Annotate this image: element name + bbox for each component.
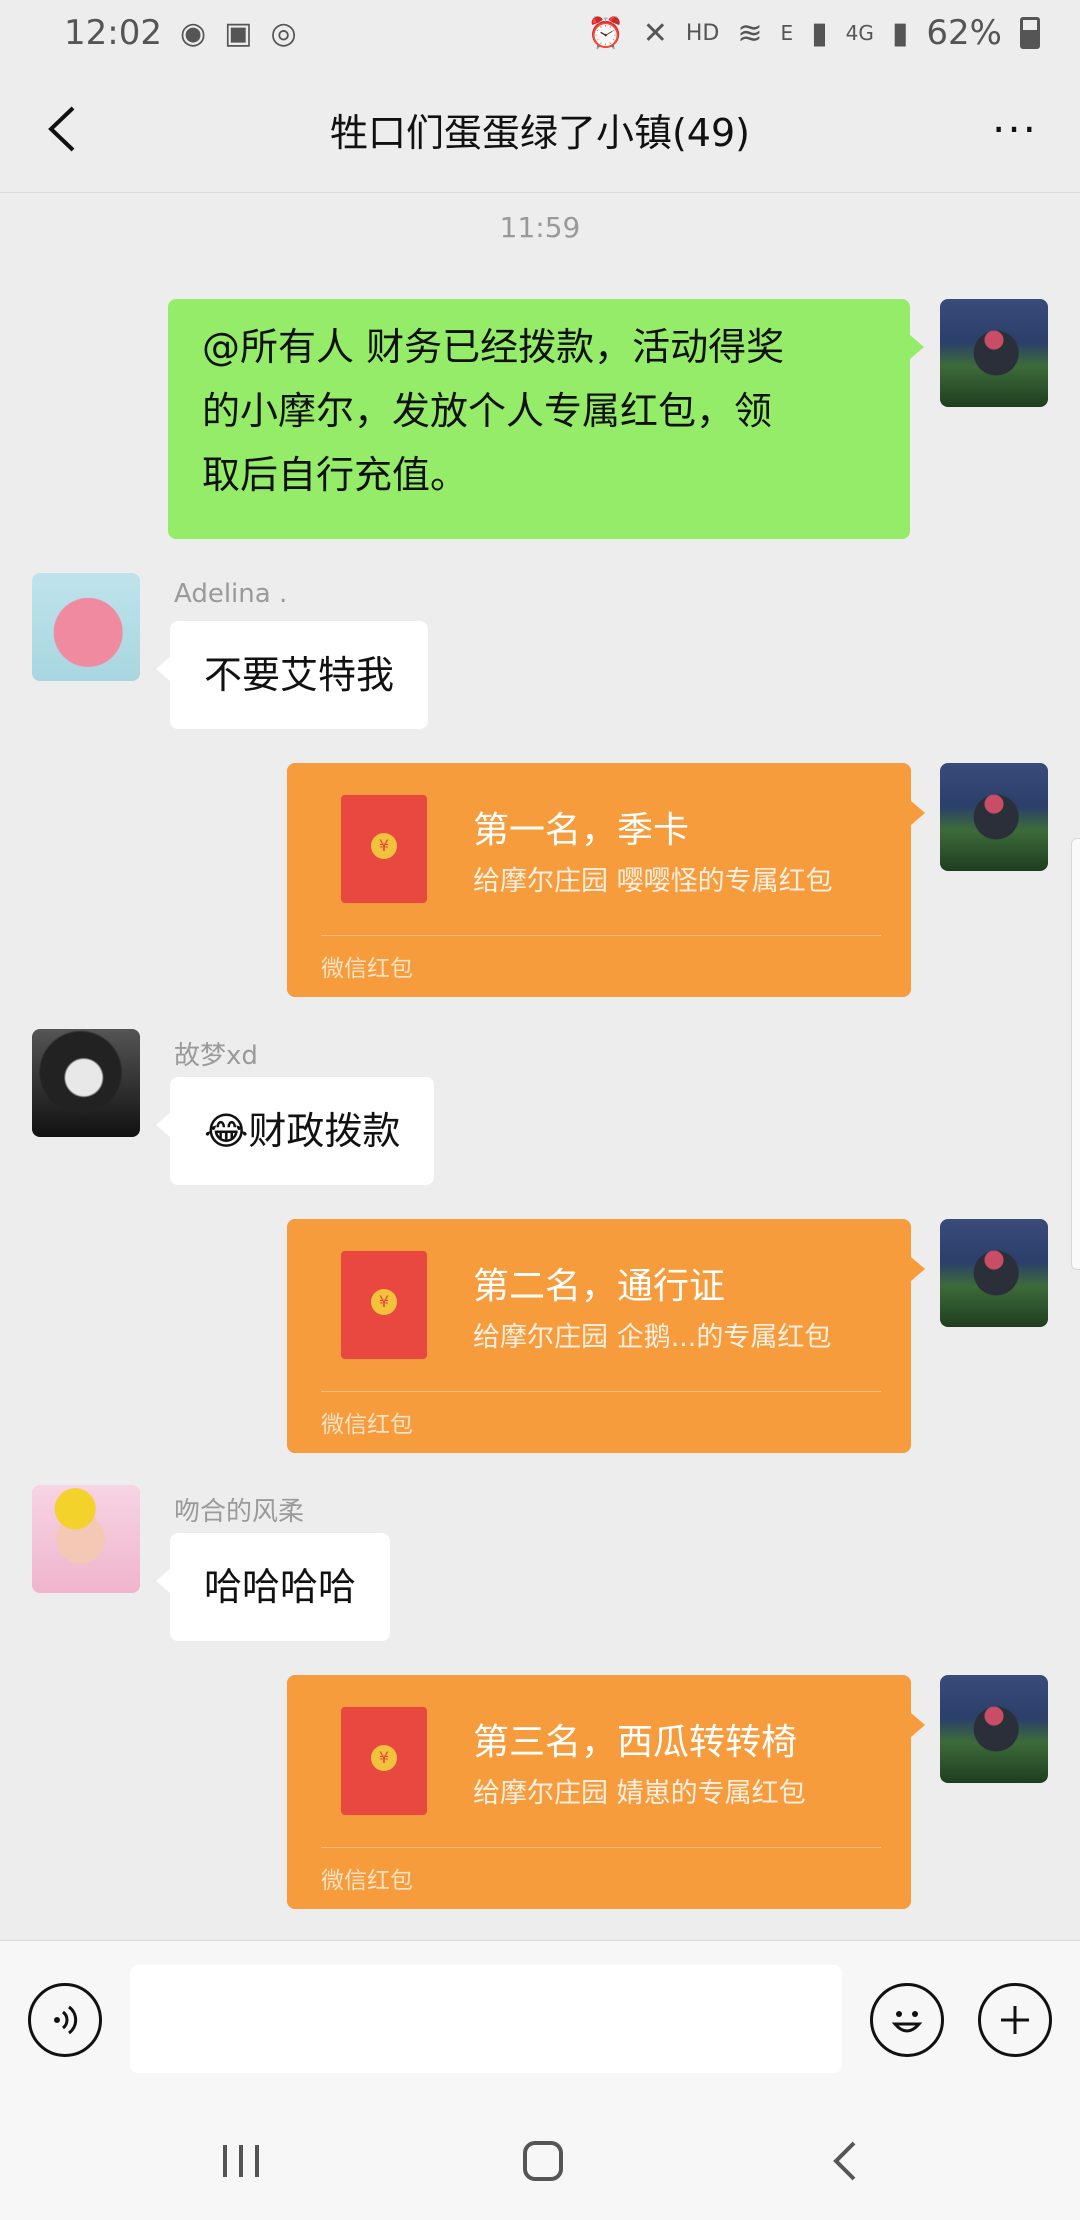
red-packet-3[interactable]: ¥ 第三名，西瓜转转椅 给摩尔庄园 婧崽的专属红包 微信红包: [287, 1675, 925, 1909]
emoji-button[interactable]: [870, 1983, 944, 2057]
battery-icon: [1020, 17, 1040, 49]
message-line-2: 的小摩尔，发放个人专属红包，领: [202, 389, 773, 433]
plus-button[interactable]: [978, 1983, 1052, 2057]
avatar-me[interactable]: [940, 299, 1048, 407]
weibo-icon: ◉: [179, 15, 207, 51]
status-bar-left: 12:02 ◉ ▣ ◎: [64, 13, 297, 53]
more-dots-icon: ···: [991, 104, 1039, 154]
status-bar-right: ⏰ ✕ HD ≋ E ▮ 4G ▮ 62%: [587, 13, 1040, 53]
recent-apps-button[interactable]: [206, 2126, 276, 2196]
sender-name-wenhe: 吻合的风柔: [174, 1497, 305, 1527]
voice-button[interactable]: [28, 1983, 102, 2057]
red-packet-2[interactable]: ¥ 第二名，通行证 给摩尔庄园 企鹅...的专属红包 微信红包: [287, 1219, 925, 1453]
signal-icon-2: ▮: [891, 15, 909, 51]
avatar-me[interactable]: [940, 763, 1048, 871]
chat-area[interactable]: 11:59 @所有人 财务已经拨款，活动得奖 的小摩尔，发放个人专属红包，领 取…: [0, 193, 1080, 1938]
chevron-left-icon: [48, 106, 75, 152]
battery-percent: 62%: [926, 13, 1002, 53]
sender-name-gumeng: 故梦xd: [174, 1041, 258, 1071]
coin-icon: ¥: [371, 1745, 397, 1771]
message-bubble-announcement[interactable]: @所有人 财务已经拨款，活动得奖 的小摩尔，发放个人专属红包，领 取后自行充值。: [168, 299, 924, 539]
message-input[interactable]: [130, 1965, 842, 2073]
avatar-wenhe[interactable]: [32, 1485, 140, 1593]
avatar-adelina[interactable]: [32, 573, 140, 681]
recent-apps-icon: [223, 2145, 259, 2177]
red-packet-footer: 微信红包: [321, 1868, 413, 1894]
emoji-icon: [891, 2011, 923, 2033]
signal-label-4g: 4G: [845, 21, 874, 45]
avatar-me[interactable]: [940, 1675, 1048, 1783]
avatar-me[interactable]: [940, 1219, 1048, 1327]
message-bubble-gumeng[interactable]: 😂财政拨款: [155, 1077, 435, 1185]
red-packet-title: 第三名，西瓜转转椅: [473, 1722, 798, 1763]
red-envelope-icon: ¥: [341, 1707, 427, 1815]
mute-icon: ✕: [642, 15, 668, 51]
red-packet-subtitle: 给摩尔庄园 企鹅...的专属红包: [473, 1322, 832, 1353]
gallery-icon: ▣: [224, 15, 253, 51]
message-line-3: 取后自行充值。: [202, 453, 469, 497]
more-button[interactable]: ···: [980, 96, 1050, 162]
back-button[interactable]: [30, 96, 96, 162]
status-time: 12:02: [64, 13, 162, 53]
red-packet-title: 第一名，季卡: [473, 810, 690, 851]
red-packet-divider: [321, 1391, 881, 1392]
input-bar: [0, 1940, 1080, 2101]
home-button[interactable]: [508, 2126, 578, 2196]
back-icon: [833, 2141, 856, 2181]
chat-title: 牲口们蛋蛋绿了小镇(49): [329, 110, 750, 155]
signal-label-e: E: [780, 21, 794, 45]
sender-name-adelina: Adelina .: [174, 579, 288, 609]
red-envelope-icon: ¥: [341, 795, 427, 903]
scroll-indicator[interactable]: [1071, 838, 1080, 1270]
message-line-1: @所有人 财务已经拨款，活动得奖: [202, 325, 785, 369]
nav-back-button[interactable]: [810, 2126, 880, 2196]
red-packet-1[interactable]: ¥ 第一名，季卡 给摩尔庄园 嘤嘤怪的专属红包 微信红包: [287, 763, 925, 997]
red-packet-subtitle: 给摩尔庄园 嘤嘤怪的专属红包: [473, 866, 833, 897]
sync-icon: ◎: [270, 15, 297, 51]
home-icon: [523, 2141, 563, 2181]
message-bubble-wenhe[interactable]: 哈哈哈哈: [155, 1533, 391, 1641]
coin-icon: ¥: [371, 833, 397, 859]
alarm-icon: ⏰: [587, 15, 625, 51]
voice-icon: [54, 2005, 78, 2035]
red-packet-title: 第二名，通行证: [473, 1266, 726, 1307]
hd-label: HD: [685, 20, 720, 46]
chat-header: 牲口们蛋蛋绿了小镇(49) ···: [0, 66, 1080, 193]
red-packet-divider: [321, 935, 881, 936]
red-packet-footer: 微信红包: [321, 1412, 413, 1438]
system-nav-bar: [0, 2100, 1080, 2220]
signal-icon: ▮: [811, 15, 828, 51]
red-packet-subtitle: 给摩尔庄园 婧崽的专属红包: [473, 1778, 806, 1809]
red-envelope-icon: ¥: [341, 1251, 427, 1359]
wifi-icon: ≋: [737, 15, 763, 51]
red-packet-divider: [321, 1847, 881, 1848]
message-bubble-adelina[interactable]: 不要艾特我: [155, 621, 429, 729]
message-timestamp: 11:59: [499, 211, 581, 244]
plus-icon: [1001, 2006, 1029, 2034]
red-packet-footer: 微信红包: [321, 956, 413, 982]
avatar-gumeng[interactable]: [32, 1029, 140, 1137]
status-bar: 12:02 ◉ ▣ ◎ ⏰ ✕ HD ≋ E ▮ 4G ▮ 62%: [0, 0, 1080, 66]
coin-icon: ¥: [371, 1289, 397, 1315]
